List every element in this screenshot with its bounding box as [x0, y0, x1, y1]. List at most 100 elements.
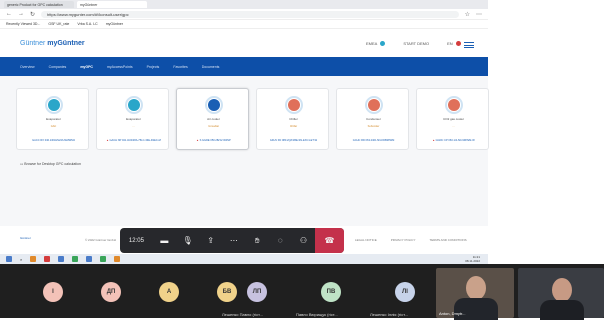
product-card[interactable]: Evaporator... ▲ GACH NP 041.3/24/28A-75LC… [96, 88, 169, 150]
nav-documents[interactable]: Documents [202, 65, 220, 69]
mic-icon[interactable]: 🎙︎ [176, 228, 199, 253]
participant-body [454, 298, 498, 320]
product-code[interactable]: GFHV FD 080.2Q/F1BE-SN-EXC1-ET-W [260, 139, 327, 142]
browse-desktop-link[interactable]: ▭ Browse for Desktop GPC calculation [20, 162, 81, 166]
participant-tile[interactable]: ЛП Лешенко Павло (гіст... [222, 272, 298, 318]
product-code[interactable]: ▲ GACH NP 041.3/24/28A-75LC-33E-R1EC-M [100, 139, 167, 142]
more-icon[interactable]: ⋯ [222, 228, 245, 253]
folder-icon: ▭ [20, 162, 24, 166]
participant-face [466, 276, 486, 300]
nav-mygpc[interactable]: myGPC [80, 65, 93, 69]
camera-icon[interactable]: ▬ [153, 228, 176, 253]
star-icon[interactable]: ☆ [465, 11, 470, 18]
participant-video[interactable] [518, 268, 604, 320]
bookmark-item[interactable]: Recently Viewed 3D... [6, 22, 40, 26]
bookmark-item[interactable]: myGüntner [106, 22, 123, 26]
participant-body [540, 300, 584, 320]
people-icon[interactable]: ⚇ [292, 228, 315, 253]
menu-icon[interactable]: ⋯ [476, 11, 482, 18]
main-content: Evaporator GAC GACC RX 040.1/4NHN24/U3L8WM… [0, 76, 489, 226]
product-icon [365, 96, 383, 114]
avatar: ДП [101, 282, 121, 302]
participant-video-name: Anton, Dmytr... [439, 311, 466, 316]
nav-myaccesspoints[interactable]: myAccessPoints [107, 65, 133, 69]
product-code[interactable]: GACC RX 040.1/4NHN24/U3L8WM4 [20, 139, 87, 142]
hamburger-menu-icon[interactable] [464, 42, 474, 48]
taskbar-app-icon[interactable] [86, 256, 93, 262]
reload-icon[interactable]: ↻ [30, 11, 35, 18]
nav-favorites[interactable]: Favorites [173, 65, 187, 69]
product-title: CO2 gas cooler [443, 117, 464, 121]
meeting-timer: 12:05 [128, 237, 144, 244]
avatar: І [43, 282, 63, 302]
product-code[interactable]: GCHC RD 063.2/2D-SN-KDBM/WM [340, 139, 407, 142]
nav-companies[interactable]: Companies [49, 65, 67, 69]
browser-tabbar: generic Product for GPC calculation myGü… [0, 0, 488, 9]
flag-icon [455, 41, 461, 47]
main-nav: Overview Companies myGPC myAccessPoints … [0, 57, 488, 76]
region-selector[interactable]: EMEA [366, 41, 386, 47]
participant-face [552, 278, 572, 302]
product-code[interactable]: ▲ GGDC CP 063.1/4-SD-9M7EM-W [420, 139, 487, 142]
bookmark-item[interactable]: GSF UK_rate [48, 22, 69, 26]
browser-tab[interactable]: generic Product for GPC calculation [4, 1, 74, 8]
hangup-icon[interactable]: ☎︎ [315, 228, 344, 253]
taskbar-app-icon[interactable] [44, 256, 51, 262]
nav-overview[interactable]: Overview [20, 65, 35, 69]
product-card[interactable]: Chiller Chiller GFHV FD 080.2Q/F1BE-SN-EXC… [256, 88, 329, 150]
start-demo-link[interactable]: START DEMO [403, 41, 429, 46]
taskbar-app-icon[interactable] [58, 256, 65, 262]
product-title: Air cooler [207, 117, 220, 121]
product-subtitle: Chiller [289, 125, 298, 128]
nav-projects[interactable]: Projects [147, 65, 160, 69]
product-card[interactable]: Air cooler Immediat ▲ S GGDE 050.2B/1V-W4N… [176, 88, 249, 150]
product-card[interactable]: Condenser Subcooler GCHC RD 063.2/2D-SN-KD… [336, 88, 409, 150]
footer-link-privacy[interactable]: PRIVACY POLICY [391, 238, 416, 242]
avatar: А [159, 282, 179, 302]
back-icon[interactable]: ← [6, 11, 12, 17]
product-icon [445, 96, 463, 114]
search-icon[interactable]: ⌕ [20, 257, 22, 262]
product-title: Chiller [289, 117, 298, 121]
product-icon [285, 96, 303, 114]
product-icon [125, 96, 143, 114]
windows-start-icon[interactable] [6, 256, 12, 262]
language-selector[interactable]: EN [447, 41, 461, 47]
participant-video[interactable]: Anton, Dmytr... [436, 268, 514, 320]
product-subtitle: ... [132, 125, 135, 128]
taskbar-clock[interactable]: 11:21 08.11.2022 [465, 255, 480, 263]
product-subtitle: Subcooler [367, 125, 380, 128]
avatar: ЛІ [395, 282, 415, 302]
forward-icon[interactable]: → [18, 11, 24, 17]
bookmarks-bar: Recently Viewed 3D... GSF UK_rate Vrba S… [0, 20, 488, 29]
screen: generic Product for GPC calculation myGü… [0, 0, 604, 320]
app-header: Güntner myGüntner EMEA START DEMO EN [0, 29, 488, 57]
product-card[interactable]: Evaporator GAC GACC RX 040.1/4NHN24/U3L8WM… [16, 88, 89, 150]
raise-hand-icon[interactable]: ✋︎ [246, 228, 269, 253]
footer-logo: Güntner [20, 236, 31, 240]
participant-tile[interactable]: ЛІ Лешенко Іллія (гіст... [370, 272, 446, 318]
footer-link-legal[interactable]: LEGAL NOTICE [355, 238, 377, 242]
footer-copyright: © 2022 Güntner GmbH [85, 238, 116, 242]
share-icon[interactable]: ⇪ [199, 228, 222, 253]
taskbar-app-icon[interactable] [30, 256, 37, 262]
browser-toolbar: ← → ↻ https://www.mygunter.com/#!/konsul… [0, 9, 488, 20]
product-code[interactable]: ▲ S GGDE 050.2B/1V-W4NP [180, 139, 247, 142]
browser-tab-active[interactable]: myGüntner [77, 1, 147, 8]
product-title: Evaporator [46, 117, 61, 121]
address-bar[interactable]: https://www.mygunter.com/#!/konsult-user… [41, 10, 459, 18]
product-subtitle: GAC [50, 125, 57, 128]
footer-link-terms[interactable]: TERMS AND CONDITIONS [429, 238, 466, 242]
bookmark-item[interactable]: Vrba S.A. LC [77, 22, 97, 26]
product-card[interactable]: CO2 gas cooler... ▲ GGDC CP 063.1/4-SD-9M… [416, 88, 489, 150]
avatar: ПВ [321, 282, 341, 302]
taskbar-app-icon[interactable] [114, 256, 121, 262]
product-subtitle: ... [452, 125, 455, 128]
taskbar-app-icon[interactable] [100, 256, 107, 262]
logo[interactable]: Güntner myGüntner [20, 40, 85, 47]
product-title: Condenser [366, 117, 381, 121]
chat-icon[interactable]: ◌ [269, 228, 292, 253]
taskbar-app-icon[interactable] [72, 256, 79, 262]
participant-tile[interactable]: ПВ Павло Вюрищук (гіст... [296, 272, 372, 318]
os-taskbar: ⌕ 11:21 08.11.2022 [0, 254, 488, 264]
